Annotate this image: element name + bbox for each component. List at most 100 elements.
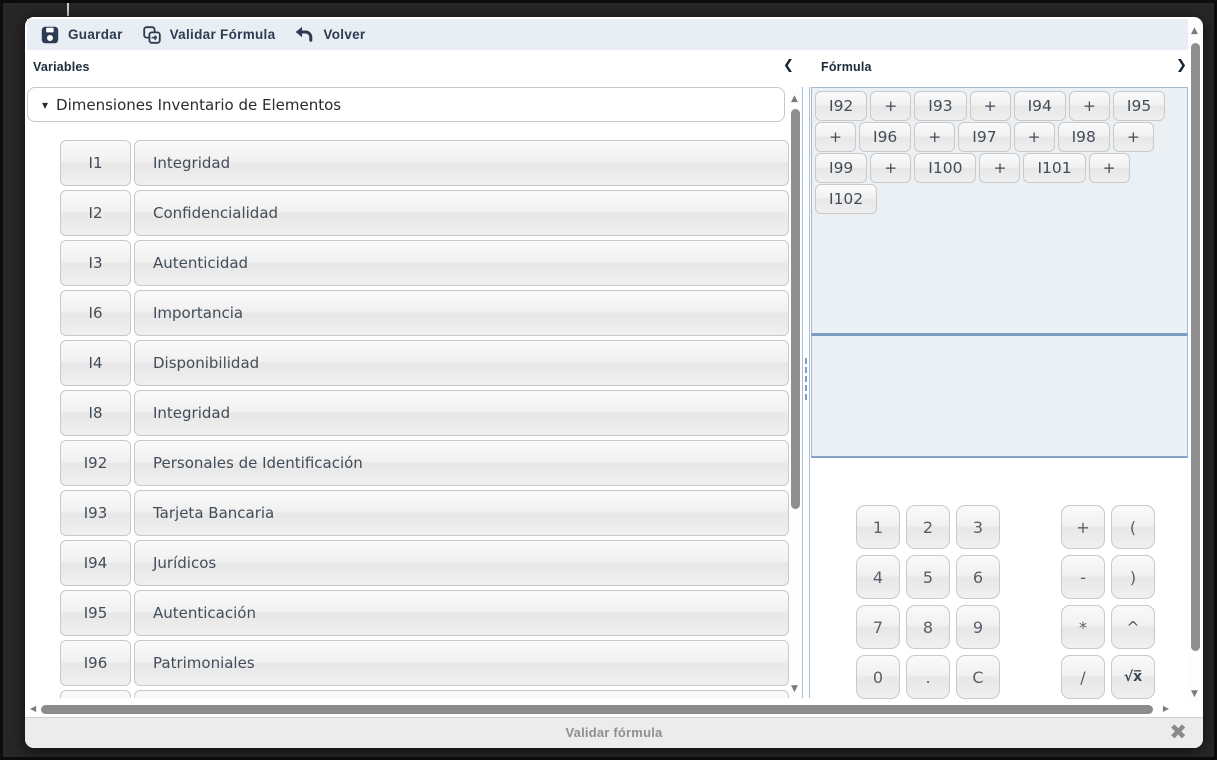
formula-token-area[interactable]: I92+I93+I94+I95+I96+I97+I98+I99+I100+I10… — [811, 87, 1188, 336]
variable-row: I93 Tarjeta Bancaria — [60, 490, 789, 536]
modal-scrollbar[interactable]: ▲ ▼ — [1189, 23, 1202, 701]
keypad-key-button[interactable]: / — [1061, 655, 1105, 699]
variable-code-button[interactable]: I96 — [60, 640, 131, 686]
variable-name-button[interactable]: Autenticidad — [134, 240, 789, 286]
keypad-key-button[interactable]: 0 — [856, 655, 900, 699]
keypad-key-button[interactable]: ^ — [1111, 605, 1155, 649]
keypad-key-button[interactable]: 7 — [856, 605, 900, 649]
formula-operator-token[interactable]: + — [870, 91, 911, 121]
variable-code-button[interactable]: I4 — [60, 340, 131, 386]
keypad-key-button[interactable]: 2 — [906, 505, 950, 549]
formula-operator-token[interactable]: + — [870, 153, 911, 183]
keypad-key-button[interactable]: 6 — [956, 555, 1000, 599]
validate-formula-button[interactable]: Validar Fórmula — [143, 26, 276, 44]
keypad-key-button[interactable]: 5 — [906, 555, 950, 599]
variable-code-button[interactable]: I95 — [60, 590, 131, 636]
keypad-key-button[interactable]: ) — [1111, 555, 1155, 599]
formula-variable-token[interactable]: I102 — [815, 184, 877, 214]
undo-icon — [295, 25, 314, 44]
keypad-key-button[interactable]: * — [1061, 605, 1105, 649]
variable-name-button[interactable]: Integridad — [134, 140, 789, 186]
panel-splitter[interactable] — [802, 87, 810, 698]
scroll-left-icon[interactable]: ◀ — [30, 705, 36, 713]
variable-name-button[interactable]: Confidencialidad — [134, 190, 789, 236]
formula-operator-token[interactable]: + — [1113, 122, 1154, 152]
keypad-key-button[interactable]: C — [956, 655, 1000, 699]
formula-operator-token[interactable]: + — [1014, 122, 1055, 152]
formula-operator-token[interactable]: + — [1069, 91, 1110, 121]
scroll-right-icon[interactable]: ▶ — [1163, 705, 1169, 713]
formula-variable-token[interactable]: I98 — [1058, 122, 1110, 152]
sqrt-key-button[interactable]: √x̅ — [1111, 655, 1155, 699]
horizontal-scrollbar-thumb[interactable] — [41, 705, 1153, 714]
close-icon[interactable]: ✖ — [1169, 720, 1187, 744]
scroll-down-icon[interactable]: ▼ — [791, 685, 798, 694]
horizontal-scrollbar[interactable]: ◀ ▶ — [27, 703, 1187, 716]
keypad-key-button[interactable]: 1 — [856, 505, 900, 549]
formula-variable-token[interactable]: I99 — [815, 153, 867, 183]
save-button-label: Guardar — [68, 27, 123, 42]
formula-secondary-area[interactable] — [811, 336, 1188, 458]
variable-code-button[interactable]: I6 — [60, 290, 131, 336]
back-button[interactable]: Volver — [295, 25, 365, 44]
formula-variable-token[interactable]: I96 — [859, 122, 911, 152]
formula-variable-token[interactable]: I95 — [1113, 91, 1165, 121]
keypad-key-button[interactable]: 3 — [956, 505, 1000, 549]
formula-operator-token[interactable]: + — [815, 122, 856, 152]
variable-row-partial — [60, 690, 789, 698]
keypad-key-button[interactable]: 4 — [856, 555, 900, 599]
keypad-digits: 123 456 789 0.C — [856, 505, 1000, 699]
variable-row: I94 Jurídicos — [60, 540, 789, 586]
formula-variable-token[interactable]: I93 — [914, 91, 966, 121]
formula-operator-token[interactable]: + — [914, 122, 955, 152]
validate-formula-footer-button[interactable]: Validar fórmula — [25, 725, 1203, 740]
modal-scroll-up-icon[interactable]: ▲ — [1191, 27, 1198, 36]
variable-name-button[interactable]: Autenticación — [134, 590, 789, 636]
variable-group-header[interactable]: ▾ Dimensiones Inventario de Elementos — [27, 87, 785, 122]
validate-formula-icon — [143, 26, 161, 44]
variable-code-button[interactable]: I3 — [60, 240, 131, 286]
variable-name-button[interactable]: Tarjeta Bancaria — [134, 490, 789, 536]
formula-variable-token[interactable]: I92 — [815, 91, 867, 121]
variable-name-button[interactable]: Jurídicos — [134, 540, 789, 586]
variable-name-button[interactable]: Personales de Identificación — [134, 440, 789, 486]
expand-formula-chevron-icon[interactable]: ❯ — [1176, 58, 1187, 73]
modal-scroll-down-icon[interactable]: ▼ — [1191, 690, 1198, 699]
formula-variable-token[interactable]: I94 — [1014, 91, 1066, 121]
variable-code-button[interactable]: I94 — [60, 540, 131, 586]
variable-code-button[interactable]: I1 — [60, 140, 131, 186]
keypad-operators: +(-)*^/√x̅ — [1061, 505, 1155, 699]
variables-scrollbar[interactable]: ▲ ▼ — [790, 87, 802, 698]
variable-code-button[interactable]: I2 — [60, 190, 131, 236]
variable-code-button[interactable]: I93 — [60, 490, 131, 536]
variable-name-button[interactable] — [134, 690, 789, 698]
formula-variable-token[interactable]: I101 — [1023, 153, 1085, 183]
formula-operator-token[interactable]: + — [979, 153, 1020, 183]
keypad-key-button[interactable]: . — [906, 655, 950, 699]
variables-list: I1 Integridad I2 Confidencialidad I3 Aut… — [60, 140, 789, 698]
formula-variable-token[interactable]: I97 — [958, 122, 1010, 152]
variable-name-button[interactable]: Importancia — [134, 290, 789, 336]
variable-name-button[interactable]: Integridad — [134, 390, 789, 436]
variable-name-button[interactable]: Disponibilidad — [134, 340, 789, 386]
keypad-key-button[interactable]: 9 — [956, 605, 1000, 649]
modal-scrollbar-thumb[interactable] — [1191, 43, 1200, 651]
formula-operator-token[interactable]: + — [1089, 153, 1130, 183]
variable-row: I6 Importancia — [60, 290, 789, 336]
keypad-key-button[interactable]: - — [1061, 555, 1105, 599]
collapse-variables-chevron-icon[interactable]: ❮ — [783, 58, 794, 73]
save-button[interactable]: Guardar — [41, 26, 123, 44]
keypad-key-button[interactable]: + — [1061, 505, 1105, 549]
splitter-drag-handle-icon[interactable] — [805, 358, 807, 400]
save-icon — [41, 26, 59, 44]
formula-operator-token[interactable]: + — [970, 91, 1011, 121]
formula-variable-token[interactable]: I100 — [914, 153, 976, 183]
scroll-up-icon[interactable]: ▲ — [791, 95, 798, 104]
keypad-key-button[interactable]: 8 — [906, 605, 950, 649]
variables-scrollbar-thumb[interactable] — [791, 109, 800, 509]
variable-code-button[interactable] — [60, 690, 131, 698]
keypad-key-button[interactable]: ( — [1111, 505, 1155, 549]
variable-code-button[interactable]: I92 — [60, 440, 131, 486]
variable-name-button[interactable]: Patrimoniales — [134, 640, 789, 686]
variable-code-button[interactable]: I8 — [60, 390, 131, 436]
